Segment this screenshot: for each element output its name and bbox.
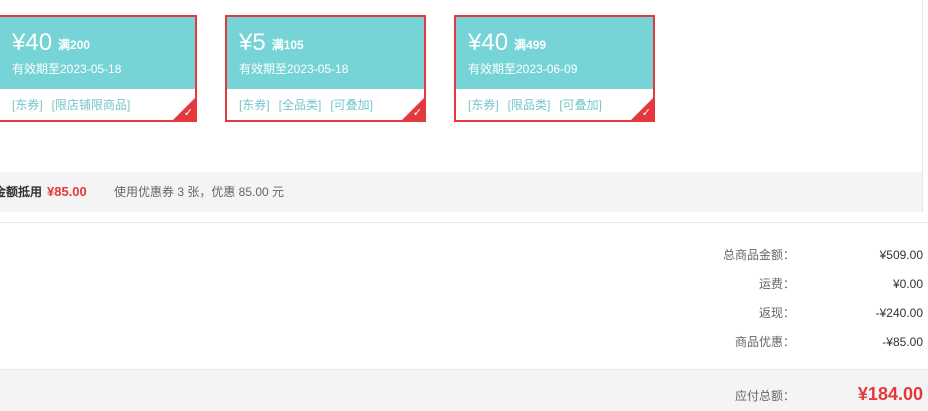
coupon-condition: 满105 (271, 38, 304, 52)
checkmark-icon: ✓ (412, 107, 422, 119)
coupon-tag: [可叠加] (559, 98, 603, 112)
coupon-amount-block: ¥5 满105 (239, 29, 304, 59)
price-row-discount: 商品优惠： -¥85.00 (0, 332, 928, 352)
price-label: 运费： (758, 277, 795, 291)
coupon-header: ¥40 满499 有效期至2023-06-09 (456, 17, 653, 89)
divider (0, 222, 928, 223)
total-amount: ¥184.00 (857, 384, 923, 404)
price-value: -¥240.00 (875, 306, 923, 320)
coupon-card-2[interactable]: ¥5 满105 有效期至2023-05-18 [东券] [全品类] [可叠加] ✓ (225, 15, 426, 122)
price-row-cashback: 返现： -¥240.00 (0, 303, 928, 323)
coupon-tag: [东券] (239, 98, 270, 112)
price-value: ¥0.00 (892, 277, 923, 291)
coupon-amount-block: ¥40 满499 (468, 29, 546, 59)
coupon-condition: 满200 (58, 38, 91, 52)
coupon-tag: [东券] (12, 98, 43, 112)
price-row-shipping: 运费： ¥0.00 (0, 274, 928, 294)
coupon-condition: 满499 (514, 38, 547, 52)
price-label: 总商品金额： (722, 248, 795, 262)
coupon-tags: [东券] [限店铺限商品] (12, 96, 139, 113)
coupon-expiry: 有效期至2023-05-18 (239, 62, 349, 76)
price-label: 返现： (758, 306, 795, 320)
checkmark-icon: ✓ (641, 107, 651, 119)
coupon-header: ¥5 满105 有效期至2023-05-18 (227, 17, 424, 89)
total-label: 应付总额： (734, 389, 795, 403)
coupon-expiry: 有效期至2023-06-09 (468, 62, 578, 76)
total-bar: 应付总额： ¥184.00 (0, 369, 928, 411)
coupon-tags: [东券] [全品类] [可叠加] (239, 96, 382, 113)
coupon-header: ¥40 满200 有效期至2023-05-18 (0, 17, 195, 89)
coupon-expiry: 有效期至2023-05-18 (12, 62, 122, 76)
coupon-amount: ¥5 (239, 29, 266, 56)
coupon-tag: [限店铺限商品] (51, 98, 131, 112)
checkmark-icon: ✓ (183, 107, 193, 119)
coupon-tag: [东券] (468, 98, 499, 112)
coupon-summary-description: 使用优惠券 3 张，优惠 85.00 元 (114, 185, 285, 199)
coupon-summary-amount: ¥85.00 (47, 184, 87, 199)
price-value: -¥85.00 (882, 335, 923, 349)
coupon-tag: [全品类] (278, 98, 322, 112)
coupon-tag: [限品类] (507, 98, 551, 112)
price-value: ¥509.00 (879, 248, 923, 262)
coupon-tag: [可叠加] (330, 98, 374, 112)
coupon-amount: ¥40 (12, 29, 53, 56)
coupon-summary-label: 金额抵用 (0, 185, 43, 199)
coupon-amount-block: ¥40 满200 (12, 29, 90, 59)
coupon-card-3[interactable]: ¥40 满499 有效期至2023-06-09 [东券] [限品类] [可叠加] ✓ (454, 15, 655, 122)
coupon-card-1[interactable]: ¥40 满200 有效期至2023-05-18 [东券] [限店铺限商品] ✓ (0, 15, 197, 122)
coupon-summary-bar: 金额抵用 ¥85.00 使用优惠券 3 张，优惠 85.00 元 (0, 172, 923, 212)
price-label: 商品优惠： (734, 335, 795, 349)
coupon-list: ¥40 满200 有效期至2023-05-18 [东券] [限店铺限商品] ✓ ¥5… (0, 0, 923, 172)
coupon-tags: [东券] [限品类] [可叠加] (468, 96, 611, 113)
price-row-goods-total: 总商品金额： ¥509.00 (0, 245, 928, 265)
coupon-amount: ¥40 (468, 29, 509, 56)
